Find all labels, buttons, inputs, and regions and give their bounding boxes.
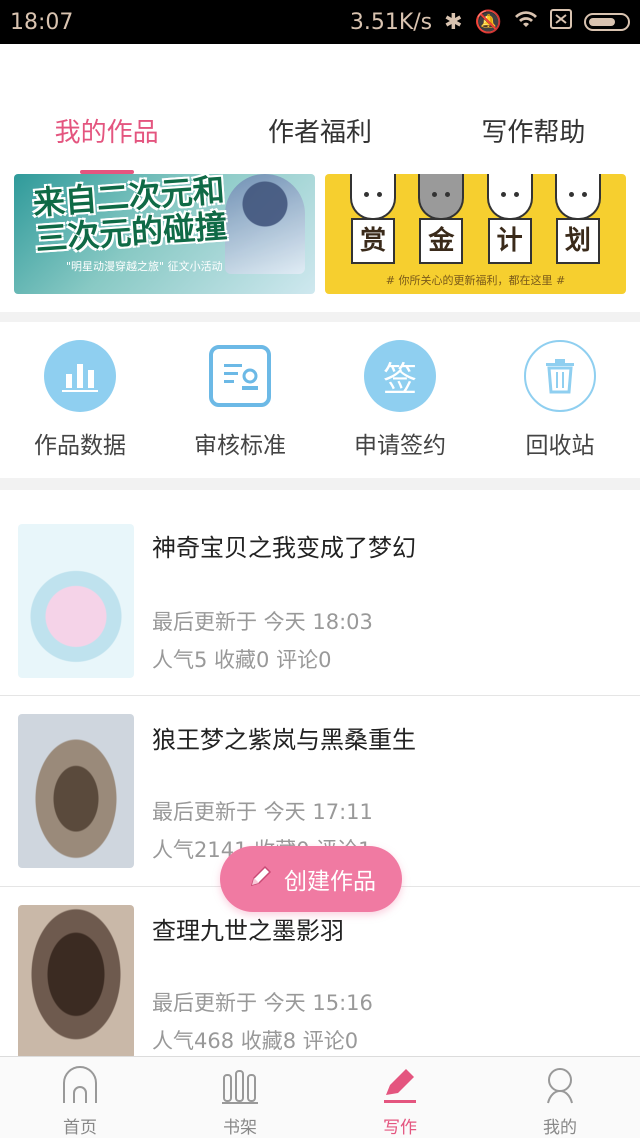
profile-icon <box>540 1065 580 1109</box>
cat-icon <box>350 174 397 220</box>
work-cover-image <box>18 714 134 868</box>
battery-icon <box>584 13 630 31</box>
work-title: 狼王梦之紫岚与黑桑重生 <box>152 726 416 754</box>
sign-char: 划 <box>555 218 600 264</box>
create-work-button[interactable]: 创建作品 <box>220 846 402 912</box>
action-recycle-bin[interactable]: 回收站 <box>480 322 640 478</box>
create-work-label: 创建作品 <box>284 869 376 895</box>
work-item[interactable]: 神奇宝贝之我变成了梦幻 最后更新于 今天 18:03 人气5 收藏0 评论0 <box>0 490 640 696</box>
bounty-plan-signs: 赏 金 计 划 <box>325 218 626 264</box>
bounty-plan-caption: # 你所关心的更新福利，都在这里 # <box>385 274 566 287</box>
wifi-icon <box>514 9 538 35</box>
sign-icon: 签 <box>364 340 436 412</box>
works-list: 神奇宝贝之我变成了梦幻 最后更新于 今天 18:03 人气5 收藏0 评论0 狼… <box>0 490 640 1056</box>
sign-char: 计 <box>487 218 532 264</box>
nav-home[interactable]: 首页 <box>0 1057 160 1138</box>
bounty-plan-banner[interactable]: 赏 金 计 划 # 你所关心的更新福利，都在这里 # <box>325 174 626 294</box>
tab-my-works[interactable]: 我的作品 <box>0 104 213 174</box>
work-title: 查理九世之墨影羽 <box>152 917 344 945</box>
cat-icon <box>554 174 601 220</box>
status-bar: 18:07 3.51K/s ✱ 🔕 <box>0 0 640 44</box>
nav-label: 写作 <box>383 1118 417 1138</box>
tab-bar: 我的作品 作者福利 写作帮助 <box>0 104 640 174</box>
work-item[interactable]: 查理九世之墨影羽 最后更新于 今天 15:16 人气468 收藏8 评论0 <box>0 887 640 1056</box>
sign-icon-glyph: 签 <box>383 359 417 400</box>
tab-author-benefits[interactable]: 作者福利 <box>213 104 426 174</box>
pen-icon <box>380 1065 420 1109</box>
cat-illustrations <box>325 174 626 220</box>
nav-bookshelf[interactable]: 书架 <box>160 1057 320 1138</box>
tab-writing-help[interactable]: 写作帮助 <box>427 104 640 174</box>
trash-icon <box>524 340 596 412</box>
work-updated: 最后更新于 今天 18:03 <box>152 610 373 634</box>
sign-char: 金 <box>419 218 464 264</box>
work-updated: 最后更新于 今天 15:16 <box>152 991 373 1015</box>
status-time: 18:07 <box>10 9 74 35</box>
nav-label: 书架 <box>223 1118 257 1138</box>
action-review-standards[interactable]: 审核标准 <box>160 322 320 478</box>
app-screen: 18:07 3.51K/s ✱ 🔕 我的作品 作者福利 写作帮助 来自二次元和三… <box>0 0 640 1138</box>
action-work-data[interactable]: 作品数据 <box>0 322 160 478</box>
home-icon <box>60 1065 100 1109</box>
bookshelf-icon <box>220 1065 260 1109</box>
action-label: 回收站 <box>525 433 595 459</box>
action-apply-contract[interactable]: 签 申请签约 <box>320 322 480 478</box>
bottom-nav: 首页 书架 写作 我的 <box>0 1056 640 1138</box>
nav-label: 首页 <box>63 1118 97 1138</box>
bluetooth-icon: ✱ <box>444 9 463 35</box>
review-document-icon <box>209 345 271 407</box>
work-cover-image <box>18 905 134 1056</box>
event-banner-headline: 来自二次元和三次元的碰撞 <box>31 174 229 259</box>
status-icons: 3.51K/s ✱ 🔕 <box>350 9 630 35</box>
cat-icon <box>418 174 465 220</box>
work-stats: 人气468 收藏8 评论0 <box>152 1029 359 1053</box>
nav-profile[interactable]: 我的 <box>480 1057 640 1138</box>
header: 我的作品 作者福利 写作帮助 <box>0 44 640 174</box>
action-label: 审核标准 <box>194 433 286 459</box>
sim-icon <box>550 9 572 35</box>
net-speed: 3.51K/s <box>349 9 433 35</box>
work-updated: 最后更新于 今天 17:11 <box>152 800 373 824</box>
nav-label: 我的 <box>543 1118 577 1138</box>
mute-icon: 🔕 <box>474 9 502 35</box>
action-label: 申请签约 <box>354 433 446 459</box>
action-label: 作品数据 <box>34 433 126 459</box>
banner-row: 来自二次元和三次元的碰撞 "明星动漫穿越之旅" 征文小活动 赏 金 计 划 # … <box>0 174 640 312</box>
work-title: 神奇宝贝之我变成了梦幻 <box>152 534 416 562</box>
event-banner[interactable]: 来自二次元和三次元的碰撞 "明星动漫穿越之旅" 征文小活动 <box>14 174 315 294</box>
work-stats: 人气5 收藏0 评论0 <box>152 648 332 672</box>
pencil-icon <box>246 861 276 897</box>
work-cover-image <box>18 524 134 678</box>
event-banner-caption: "明星动漫穿越之旅" 征文小活动 <box>66 260 223 273</box>
cat-icon <box>486 174 533 220</box>
quick-actions: 作品数据 审核标准 签 申请签约 回收站 <box>0 322 640 478</box>
bar-chart-icon <box>44 340 116 412</box>
sign-char: 赏 <box>351 218 396 264</box>
nav-write[interactable]: 写作 <box>320 1057 480 1138</box>
